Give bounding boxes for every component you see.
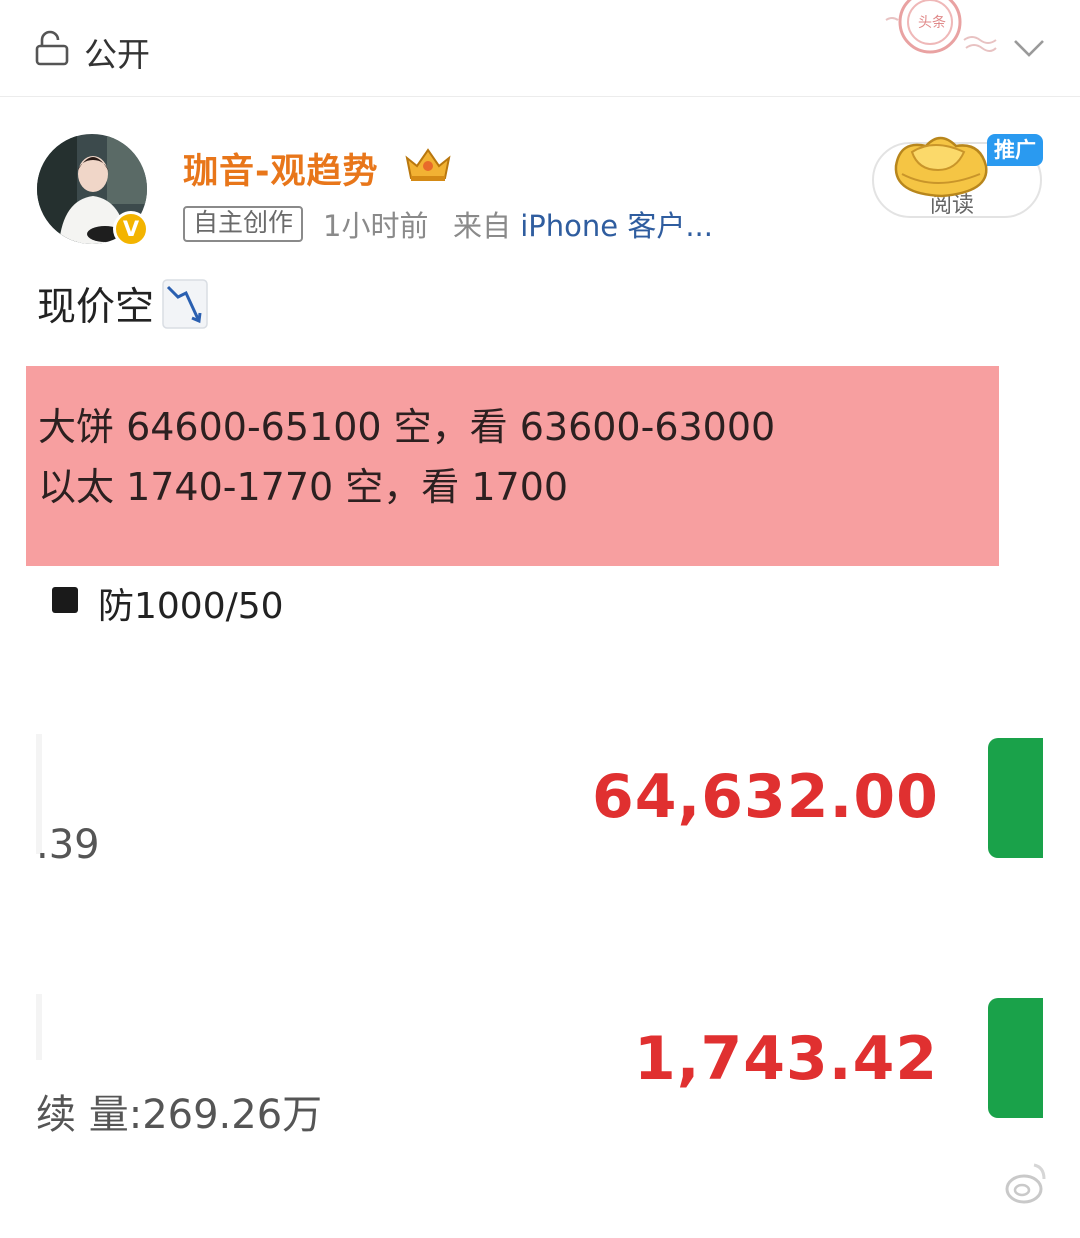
source-prefix: 来自 [453, 209, 512, 243]
eth-green-button[interactable] [988, 998, 1043, 1118]
post-time: 1小时前 [323, 209, 429, 243]
source-device[interactable]: iPhone 客户... [520, 209, 713, 243]
svg-text:头条: 头条 [918, 14, 946, 31]
promo-badge: 推广 [987, 134, 1043, 166]
btc-side-value: .39 [36, 822, 100, 868]
post-title: 现价空 [37, 276, 208, 332]
visibility-bar[interactable]: 公开 头条 [0, 0, 1080, 97]
trade-line-btc: 大饼 64600-65100 空，看 63600-63000 [38, 405, 776, 449]
visibility-label: 公开 [84, 35, 150, 74]
gold-ingot-icon [894, 136, 988, 198]
eth-volume-text: 续 量:269.26万 [36, 1092, 323, 1138]
original-content-tag: 自主创作 [183, 206, 304, 242]
btc-price: 64,632.00 [592, 762, 939, 832]
crown-icon [405, 148, 451, 181]
weibo-icon [1005, 1163, 1046, 1204]
post-source[interactable]: 来自 iPhone 客户... [453, 203, 713, 245]
lock-icon [35, 30, 69, 66]
black-square-icon [52, 587, 78, 613]
author-name[interactable]: 珈音-观趋势 [183, 143, 379, 194]
stop-loss-text: 防1000/50 [98, 586, 284, 627]
chevron-down-icon[interactable] [1012, 36, 1046, 60]
verified-badge: V [113, 211, 149, 247]
stamp-icon: 头条 [885, 0, 997, 54]
trade-line-eth: 以太 1740-1770 空，看 1700 [38, 465, 569, 509]
chart-decreasing-icon [162, 279, 208, 329]
price-panel-edge [36, 994, 42, 1060]
post-title-text: 现价空 [37, 285, 155, 330]
eth-price: 1,743.42 [634, 1024, 939, 1094]
btc-green-button[interactable] [988, 738, 1043, 858]
